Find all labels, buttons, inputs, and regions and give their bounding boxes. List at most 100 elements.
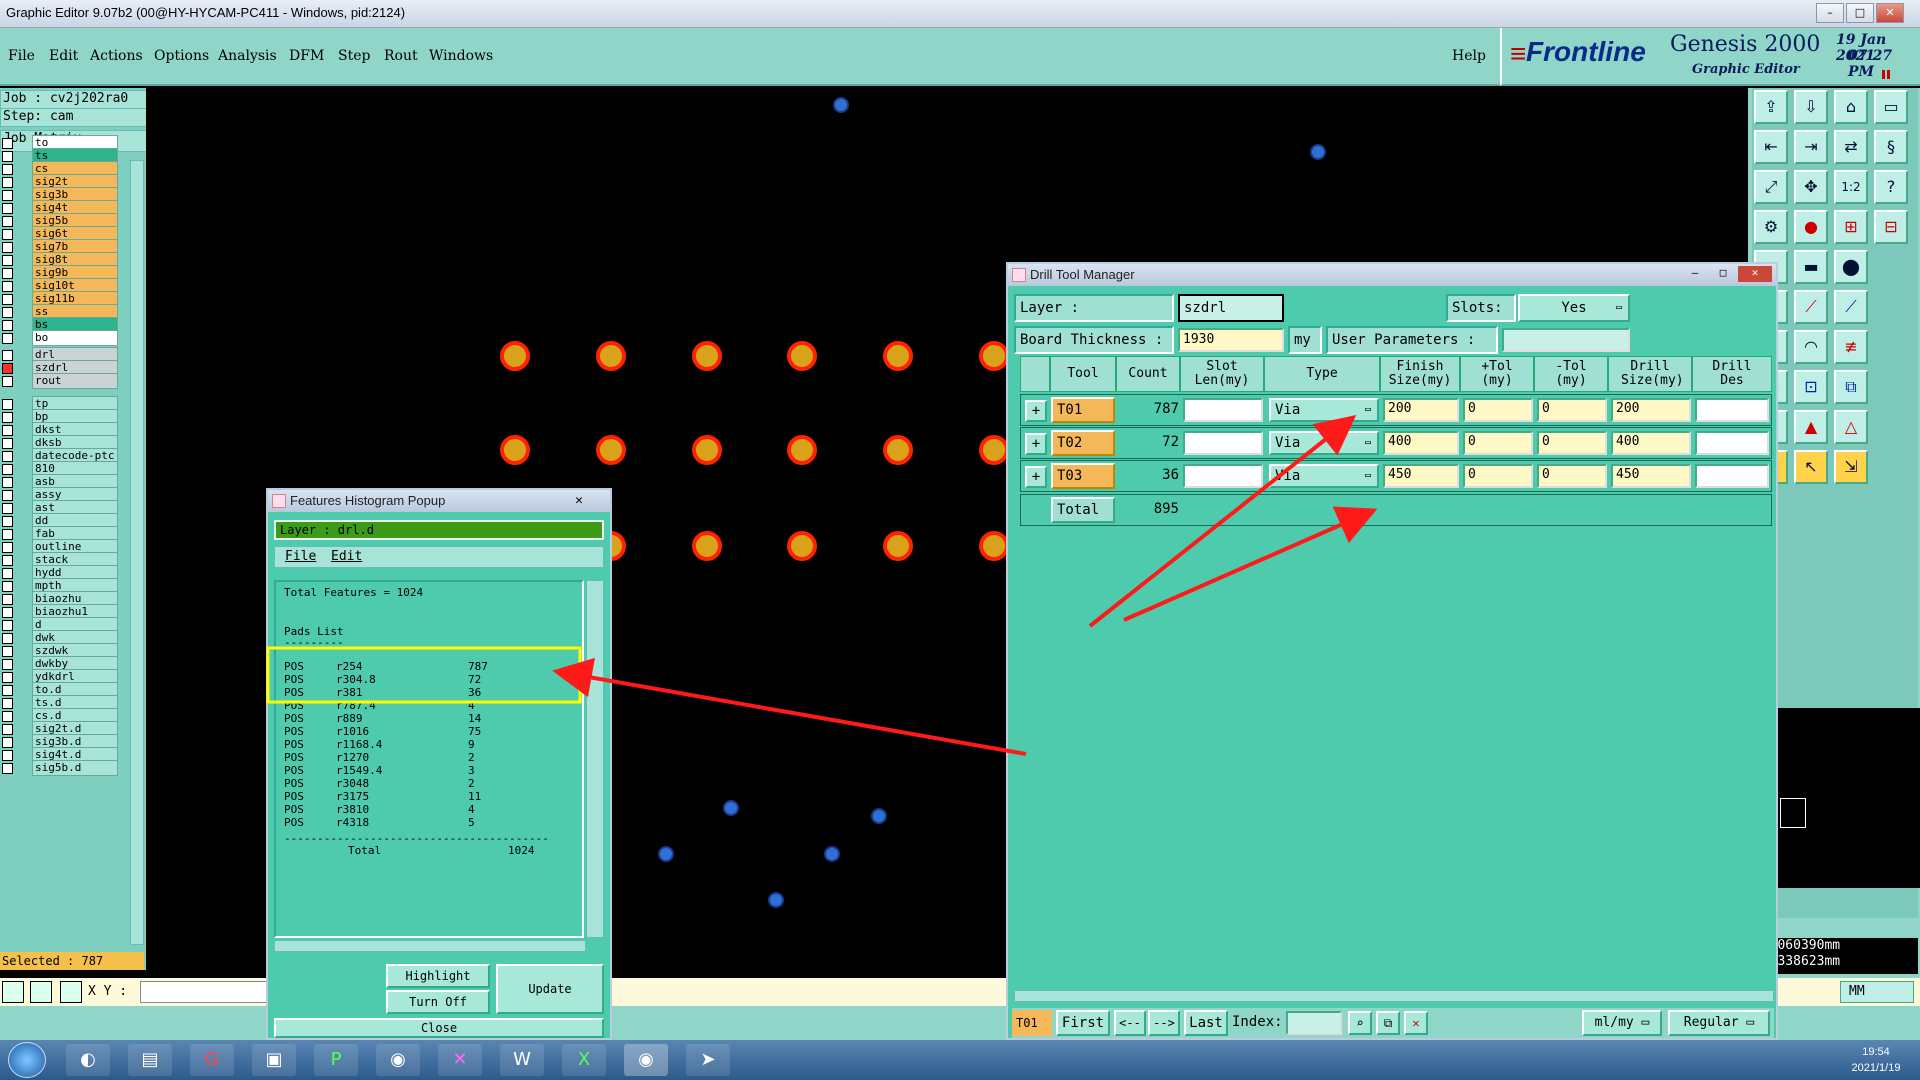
tool-name[interactable]: T02 xyxy=(1051,430,1115,456)
eye-app-icon[interactable]: ◉ xyxy=(376,1044,420,1076)
user-parameters-input[interactable] xyxy=(1502,328,1630,352)
drill-size-input[interactable]: 400 xyxy=(1611,431,1691,455)
copy-icon[interactable]: ⧉ xyxy=(1834,370,1868,404)
help-icon[interactable]: ? xyxy=(1874,170,1908,204)
mini-map[interactable] xyxy=(1760,708,1920,888)
notepad-icon[interactable]: ▤ xyxy=(128,1044,172,1076)
import-icon[interactable]: ⇤ xyxy=(1754,130,1788,164)
finish-size-input[interactable]: 400 xyxy=(1383,431,1459,455)
layer-checkbox[interactable] xyxy=(2,763,13,774)
menu-windows[interactable]: Windows xyxy=(429,48,493,64)
select-multi-icon[interactable]: ⇲ xyxy=(1834,450,1868,484)
drill-size-input[interactable]: 200 xyxy=(1611,398,1691,422)
telegram-icon[interactable]: ➤ xyxy=(686,1044,730,1076)
type-select[interactable]: Via ▭ xyxy=(1269,464,1379,488)
drill-hscroll[interactable] xyxy=(1014,990,1774,1002)
xy-input[interactable] xyxy=(140,981,270,1003)
slot-len-input[interactable] xyxy=(1183,464,1263,488)
minimize-button[interactable]: – xyxy=(1816,3,1844,23)
drill-close-button[interactable]: ✕ xyxy=(1738,266,1772,282)
slot-len-input[interactable] xyxy=(1183,431,1263,455)
histogram-close-icon[interactable]: ✕ xyxy=(558,492,600,510)
first-button[interactable]: First xyxy=(1056,1010,1110,1036)
step-icon[interactable]: § xyxy=(1874,130,1908,164)
layer-checkbox[interactable] xyxy=(2,333,13,344)
zoom-1-1-icon[interactable]: 1:2 xyxy=(1834,170,1868,204)
menu-rout[interactable]: Rout xyxy=(384,48,418,64)
menu-help[interactable]: Help xyxy=(1452,48,1486,64)
export-icon[interactable]: ⇥ xyxy=(1794,130,1828,164)
close-button[interactable]: ✕ xyxy=(1876,3,1904,23)
line2-icon[interactable]: ⟋ xyxy=(1834,290,1868,324)
next-button[interactable]: --> xyxy=(1148,1010,1180,1036)
net2-icon[interactable]: ⊟ xyxy=(1874,210,1908,244)
slot-len-input[interactable] xyxy=(1183,398,1263,422)
edit-icon[interactable]: ≢ xyxy=(1834,330,1868,364)
p-app-icon[interactable]: P xyxy=(314,1044,358,1076)
units-select[interactable]: MM xyxy=(1840,981,1914,1003)
finish-size-input[interactable]: 200 xyxy=(1383,398,1459,422)
maximize-button[interactable]: □ xyxy=(1846,3,1874,23)
measure-icon[interactable]: ⚙ xyxy=(1754,210,1788,244)
prev-button[interactable]: <-- xyxy=(1114,1010,1146,1036)
menu-actions[interactable]: Actions xyxy=(90,48,143,64)
histogram-menu-edit[interactable]: Edit xyxy=(331,549,362,564)
pad-icon[interactable]: ⬤ xyxy=(1834,250,1868,284)
menu-edit[interactable]: Edit xyxy=(49,48,78,64)
drill-minimize-button[interactable]: – xyxy=(1682,266,1708,282)
clock[interactable]: 19:54 2021/1/19 xyxy=(1836,1044,1916,1076)
layer-name[interactable]: sig5b.d xyxy=(32,760,118,776)
tool-name[interactable]: T01 xyxy=(1051,397,1115,423)
layer-scrollbar[interactable] xyxy=(130,160,144,945)
drill-icon[interactable]: ● xyxy=(1794,210,1828,244)
turn-off-button[interactable]: Turn Off xyxy=(386,990,490,1014)
close-popup-button[interactable]: Close xyxy=(274,1018,604,1038)
window-icon[interactable]: ▭ xyxy=(1874,90,1908,124)
plus-tol-input[interactable]: 0 xyxy=(1463,431,1533,455)
histogram-vscroll[interactable] xyxy=(586,580,604,938)
start-button[interactable] xyxy=(8,1042,46,1078)
layer-row[interactable]: rout xyxy=(0,373,118,389)
drill-des-input[interactable] xyxy=(1695,431,1769,455)
slots-select[interactable]: Yes ▭ xyxy=(1518,294,1630,322)
arc-icon[interactable]: ◠ xyxy=(1794,330,1828,364)
menu-options[interactable]: Options xyxy=(154,48,209,64)
home-icon[interactable]: ⌂ xyxy=(1834,90,1868,124)
layer-row[interactable]: sig5b.d xyxy=(0,760,118,776)
tool-row[interactable]: + T02 72 Via ▭ 400 0 0 400 xyxy=(1020,427,1772,459)
search-icon[interactable]: ⌕ xyxy=(1348,1011,1372,1035)
last-button[interactable]: Last xyxy=(1184,1010,1228,1036)
expand-icon[interactable]: + xyxy=(1025,433,1047,455)
units-select[interactable]: ml/my ▭ xyxy=(1582,1010,1662,1036)
line-icon[interactable]: ⟋ xyxy=(1794,290,1828,324)
board-thickness-input[interactable]: 1930 xyxy=(1178,328,1284,352)
pan-icon[interactable]: ✥ xyxy=(1794,170,1828,204)
minus-tol-input[interactable]: 0 xyxy=(1537,464,1607,488)
drill-size-input[interactable]: 450 xyxy=(1611,464,1691,488)
menu-analysis[interactable]: Analysis xyxy=(218,48,277,64)
drill-des-input[interactable] xyxy=(1695,464,1769,488)
g-app-icon[interactable]: G xyxy=(190,1044,234,1076)
shell-icon[interactable]: ◐ xyxy=(66,1044,110,1076)
sort-icon[interactable]: ⧉ xyxy=(1376,1011,1400,1035)
expand-icon[interactable]: + xyxy=(1025,466,1047,488)
angle-icon[interactable] xyxy=(30,981,52,1003)
tool-row[interactable]: + T01 787 Via ▭ 200 0 0 200 xyxy=(1020,394,1772,426)
menu-file[interactable]: File xyxy=(8,48,35,64)
highlight-button[interactable]: Highlight xyxy=(386,964,490,988)
layer-name[interactable]: rout xyxy=(32,373,118,389)
minus-tol-input[interactable]: 0 xyxy=(1537,431,1607,455)
index-input[interactable] xyxy=(1286,1011,1342,1035)
tool-name[interactable]: T03 xyxy=(1051,463,1115,489)
x-app-icon[interactable]: ✕ xyxy=(438,1044,482,1076)
minus-tol-input[interactable]: 0 xyxy=(1537,398,1607,422)
plus-tol-input[interactable]: 0 xyxy=(1463,464,1533,488)
layer-checkbox[interactable] xyxy=(2,376,13,387)
menu-dfm[interactable]: DFM xyxy=(289,48,324,64)
tool-row[interactable]: + T03 36 Via ▭ 450 0 0 450 xyxy=(1020,460,1772,492)
layer-row[interactable]: bo xyxy=(0,330,118,346)
ruler-icon[interactable]: ▬ xyxy=(1794,250,1828,284)
drill-des-input[interactable] xyxy=(1695,398,1769,422)
menu-step[interactable]: Step xyxy=(338,48,370,64)
snap-icon[interactable] xyxy=(2,981,24,1003)
